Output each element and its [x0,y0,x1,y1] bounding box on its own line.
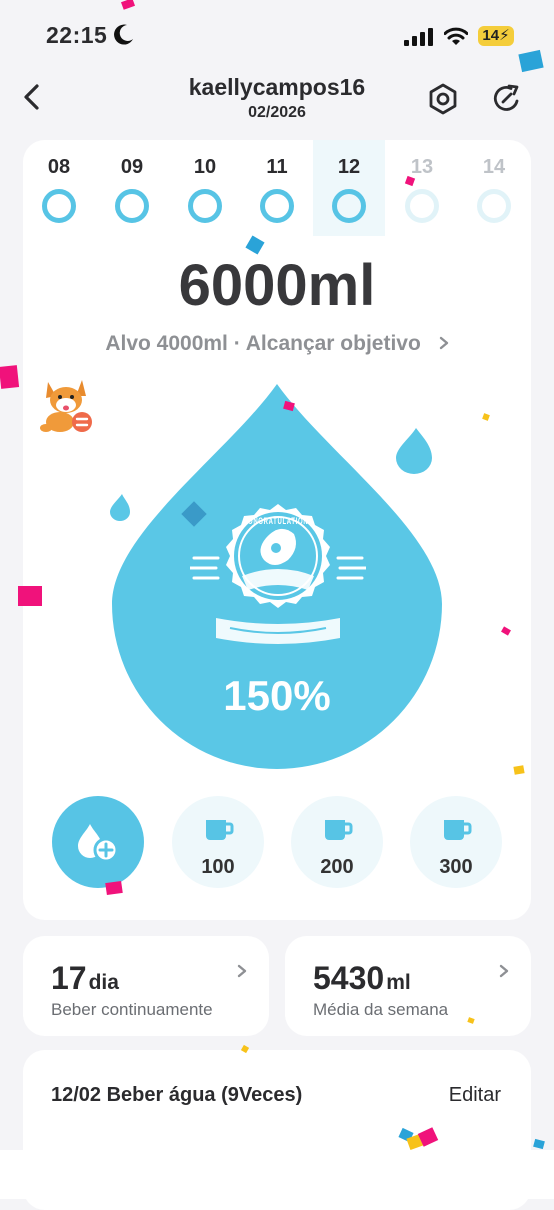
day-number: 13 [410,156,434,178]
username: kaellycampos16 [188,74,366,100]
quick-add-300[interactable]: 300 [410,796,502,888]
day-progress-ring [115,189,149,223]
confetti-piece [0,365,20,389]
target-text: Alvo 4000ml · Alcançar objetivo [105,332,421,355]
cup-icon [206,820,234,840]
day-number: 09 [120,156,144,178]
day-13[interactable]: 13 [386,140,458,236]
confetti-piece [105,880,123,896]
chevron-right-icon [237,964,247,978]
day-progress-ring [405,189,439,223]
wifi-icon [444,27,468,45]
cup-icon [444,820,472,840]
day-number: 14 [482,156,506,178]
percent-label: 150% [223,672,331,719]
day-14[interactable]: 14 [458,140,530,236]
day-10[interactable]: 10 [169,140,241,236]
signal-icon [404,28,433,46]
hexagon-settings-icon[interactable] [426,82,460,116]
moon-icon [114,24,133,45]
small-drop-icon [396,428,432,474]
cup-icon [325,820,353,840]
quick-add-label: 300 [439,856,473,878]
quick-add-200[interactable]: 200 [291,796,383,888]
log-title: 12/02 Beber água (9Veces) [51,1084,303,1106]
day-progress-ring [188,189,222,223]
day-12[interactable]: 12 [313,140,385,236]
day-number: 11 [266,156,288,178]
streak-value: 17dia [51,960,119,996]
streak-label: Beber continuamente [51,1000,213,1019]
day-09[interactable]: 09 [96,140,168,236]
day-number: 08 [47,156,71,178]
chevron-right-icon [439,336,448,350]
day-progress-ring [332,189,366,223]
bottom-safe-area [0,1150,554,1199]
confetti-piece [518,49,544,73]
confetti-piece [120,0,136,10]
add-drink-icon [78,824,119,863]
weekly-label: Média da semana [313,1000,449,1019]
day-progress-ring [260,189,294,223]
add-drink-button[interactable] [52,796,144,888]
confetti-piece [18,586,42,606]
day-number: 12 [337,156,361,178]
confetti-piece [533,1138,545,1150]
quick-add-100[interactable]: 100 [172,796,264,888]
chevron-right-icon [499,964,509,978]
quick-add-label: 200 [320,856,354,878]
target-link[interactable]: Alvo 4000ml · Alcançar objetivo [0,332,554,356]
tiny-drop-icon [110,494,130,521]
weekly-value: 5430ml [313,960,411,996]
day-08[interactable]: 08 [23,140,95,236]
day-progress-ring [42,189,76,223]
day-11[interactable]: 11 [241,140,313,236]
congratulations-badge: CONGRATULATIONS [190,504,366,644]
day-number: 10 [193,156,217,178]
refresh-icon[interactable] [490,82,524,116]
confetti-piece [513,765,525,775]
badge-text: CONGRATULATIONS [243,516,313,526]
intake-amount: 6000ml [178,253,376,318]
weekly-average-card[interactable]: 5430ml Média da semana [285,936,531,1036]
streak-card[interactable]: 17dia Beber continuamente [23,936,269,1036]
month-label: 02/2026 [248,104,306,121]
day-progress-ring [477,189,511,223]
battery-indicator: 14⚡ [478,26,514,46]
dog-mascot-icon[interactable] [38,376,94,436]
quick-add-label: 100 [201,856,235,878]
status-time: 22:15 [46,22,108,48]
edit-button[interactable]: Editar [449,1084,501,1107]
